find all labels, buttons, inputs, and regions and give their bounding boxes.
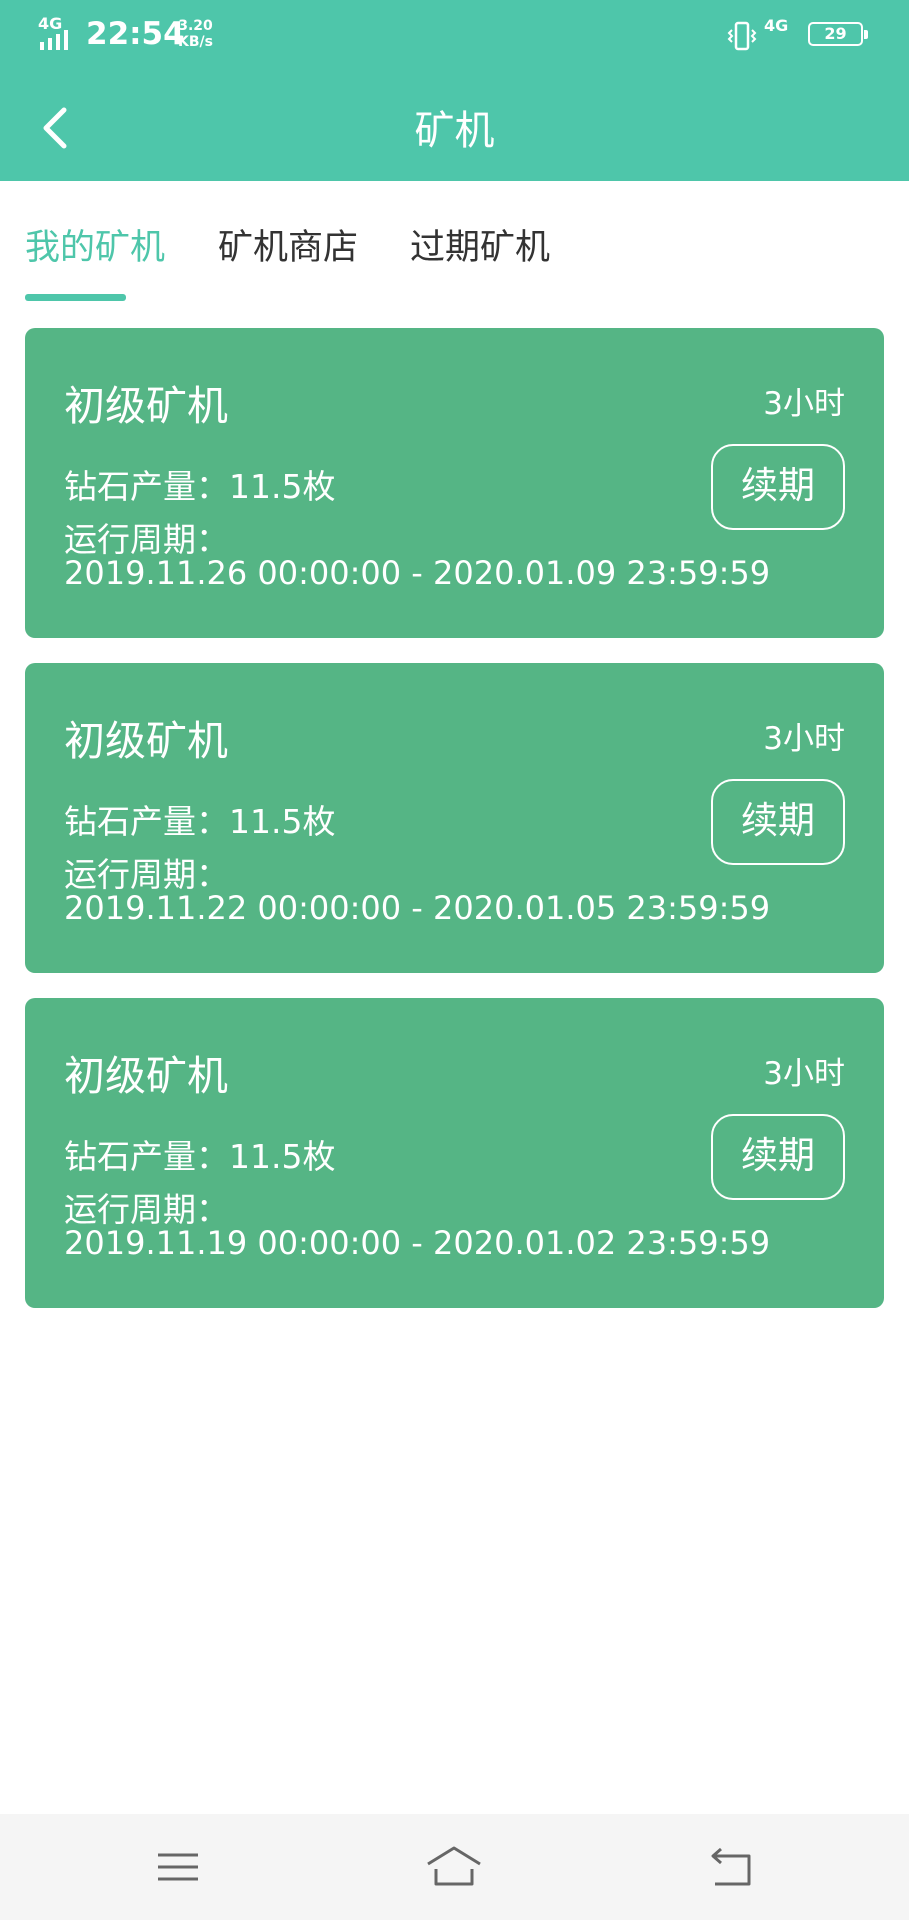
home-icon[interactable]: [424, 1842, 484, 1892]
battery-indicator: 29: [808, 22, 868, 46]
system-nav-bar: [0, 1814, 909, 1920]
run-period: 2019.11.26 00:00:00 - 2020.01.09 23:59:5…: [64, 554, 771, 592]
vibrate-icon: [727, 21, 757, 51]
run-period: 2019.11.22 00:00:00 - 2020.01.05 23:59:5…: [64, 889, 771, 927]
signal-icon: [40, 30, 68, 50]
active-tab-indicator: [25, 294, 126, 301]
miner-card: 初级矿机 3小时 钻石产量：11.5枚 运行周期： 2019.11.19 00:…: [25, 998, 884, 1308]
miner-card: 初级矿机 3小时 钻石产量：11.5枚 运行周期： 2019.11.26 00:…: [25, 328, 884, 638]
renew-button[interactable]: 续期: [711, 779, 845, 865]
speed-unit: KB/s: [178, 34, 213, 50]
battery-level: 29: [824, 24, 847, 43]
tab-bar: 我的矿机 矿机商店 过期矿机: [0, 181, 909, 311]
miner-duration: 3小时: [763, 1056, 845, 1092]
renew-button[interactable]: 续期: [711, 1114, 845, 1200]
clock: 22:54: [86, 16, 185, 52]
diamond-output: 钻石产量：11.5枚: [64, 1137, 336, 1176]
page-title: 矿机: [414, 108, 495, 154]
header-bar: 4G 22:54 3.20 KB/s 4G 29 矿机: [0, 0, 909, 181]
renew-button[interactable]: 续期: [711, 444, 845, 530]
tab-expired-miners[interactable]: 过期矿机: [410, 219, 550, 270]
miner-title: 初级矿机: [64, 382, 228, 430]
status-bar: 4G 22:54 3.20 KB/s 4G 29: [0, 0, 909, 72]
miner-card: 初级矿机 3小时 钻石产量：11.5枚 运行周期： 2019.11.22 00:…: [25, 663, 884, 973]
miner-duration: 3小时: [763, 721, 845, 757]
tab-miner-store[interactable]: 矿机商店: [218, 219, 358, 270]
miner-title: 初级矿机: [64, 1052, 228, 1100]
back-icon[interactable]: [701, 1842, 761, 1892]
miner-title: 初级矿机: [64, 717, 228, 765]
diamond-output: 钻石产量：11.5枚: [64, 467, 336, 506]
speed-value: 3.20: [178, 18, 213, 34]
tab-my-miners[interactable]: 我的矿机: [25, 219, 165, 270]
network-speed: 3.20 KB/s: [178, 18, 213, 50]
menu-icon[interactable]: [148, 1842, 208, 1892]
network-label-2: 4G: [764, 16, 789, 35]
miner-duration: 3小时: [763, 386, 845, 422]
run-period: 2019.11.19 00:00:00 - 2020.01.02 23:59:5…: [64, 1224, 771, 1262]
diamond-output: 钻石产量：11.5枚: [64, 802, 336, 841]
